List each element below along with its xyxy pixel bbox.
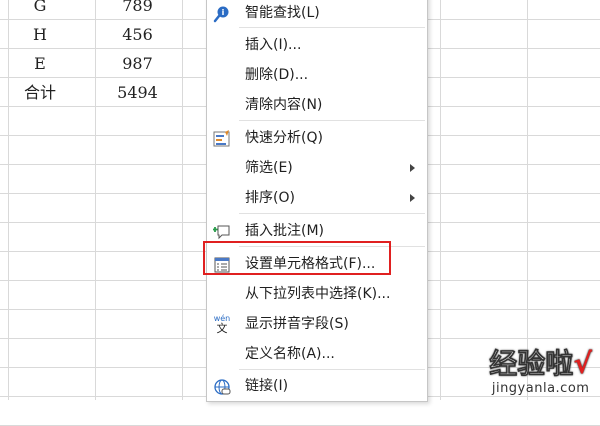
check-mark-icon: √	[573, 347, 592, 380]
cell-label[interactable]: H	[10, 20, 70, 49]
watermark-url: jingyanla.com	[491, 381, 590, 396]
watermark: 经验啦√ jingyanla.com	[489, 347, 592, 396]
watermark-title: 经验啦√	[489, 347, 592, 381]
menu-item-show-phonetic[interactable]: wén 文 显示拼音字段(S)	[207, 309, 427, 339]
menu-separator	[239, 27, 425, 28]
cell-label[interactable]: G	[10, 0, 70, 20]
menu-item-define-name[interactable]: 定义名称(A)...	[207, 339, 427, 369]
phonetic-icon: wén 文	[213, 315, 231, 335]
menu-item-clear-contents[interactable]: 清除内容(N)	[207, 90, 427, 120]
submenu-arrow-icon	[410, 164, 415, 172]
menu-item-label: 从下拉列表中选择(K)...	[245, 286, 391, 302]
menu-item-quick-analysis[interactable]: 快速分析(Q)	[207, 123, 427, 153]
menu-separator	[239, 120, 425, 121]
menu-item-label: 插入(I)...	[245, 37, 302, 53]
menu-item-label: 清除内容(N)	[245, 97, 323, 113]
menu-item-label: 快速分析(Q)	[245, 130, 323, 146]
menu-item-insert[interactable]: 插入(I)...	[207, 30, 427, 60]
column-divider	[8, 0, 9, 400]
cell-label[interactable]: 合计	[10, 78, 70, 107]
cell-value[interactable]: 456	[95, 20, 180, 49]
context-menu: i 智能查找(L) 插入(I)... 删除(D)... 清除内容(N) 快速分析…	[206, 0, 428, 402]
menu-item-label: 排序(O)	[245, 190, 295, 206]
link-icon	[213, 377, 231, 395]
menu-item-delete[interactable]: 删除(D)...	[207, 60, 427, 90]
menu-item-label: 筛选(E)	[245, 160, 293, 176]
highlight-box	[203, 241, 391, 275]
smart-lookup-icon: i	[213, 4, 231, 23]
column-divider	[440, 0, 441, 400]
menu-item-filter[interactable]: 筛选(E)	[207, 153, 427, 183]
menu-item-link[interactable]: 链接(I)	[207, 371, 427, 401]
menu-item-pick-from-dropdown[interactable]: 从下拉列表中选择(K)...	[207, 279, 427, 309]
menu-item-label: 链接(I)	[245, 378, 289, 394]
cell-value[interactable]: 5494	[95, 78, 180, 107]
menu-item-label: 智能查找(L)	[245, 5, 320, 21]
phonetic-icon-char: 文	[216, 322, 228, 335]
menu-separator	[239, 369, 425, 370]
cell-value[interactable]: 789	[95, 0, 180, 20]
submenu-arrow-icon	[410, 194, 415, 202]
column-divider	[527, 0, 528, 400]
watermark-title-text: 经验啦	[489, 347, 574, 381]
quick-analysis-icon	[213, 129, 231, 147]
menu-item-smart-lookup[interactable]: i 智能查找(L)	[207, 0, 427, 28]
menu-item-sort[interactable]: 排序(O)	[207, 183, 427, 213]
cell-value[interactable]: 987	[95, 49, 180, 78]
menu-item-label: 定义名称(A)...	[245, 346, 335, 362]
cell-label[interactable]: E	[10, 49, 70, 78]
insert-comment-icon	[212, 222, 231, 240]
column-divider	[182, 0, 183, 400]
menu-item-label: 删除(D)...	[245, 67, 309, 83]
menu-item-label: 显示拼音字段(S)	[245, 316, 349, 332]
menu-separator	[239, 213, 425, 214]
svg-text:i: i	[222, 8, 225, 17]
